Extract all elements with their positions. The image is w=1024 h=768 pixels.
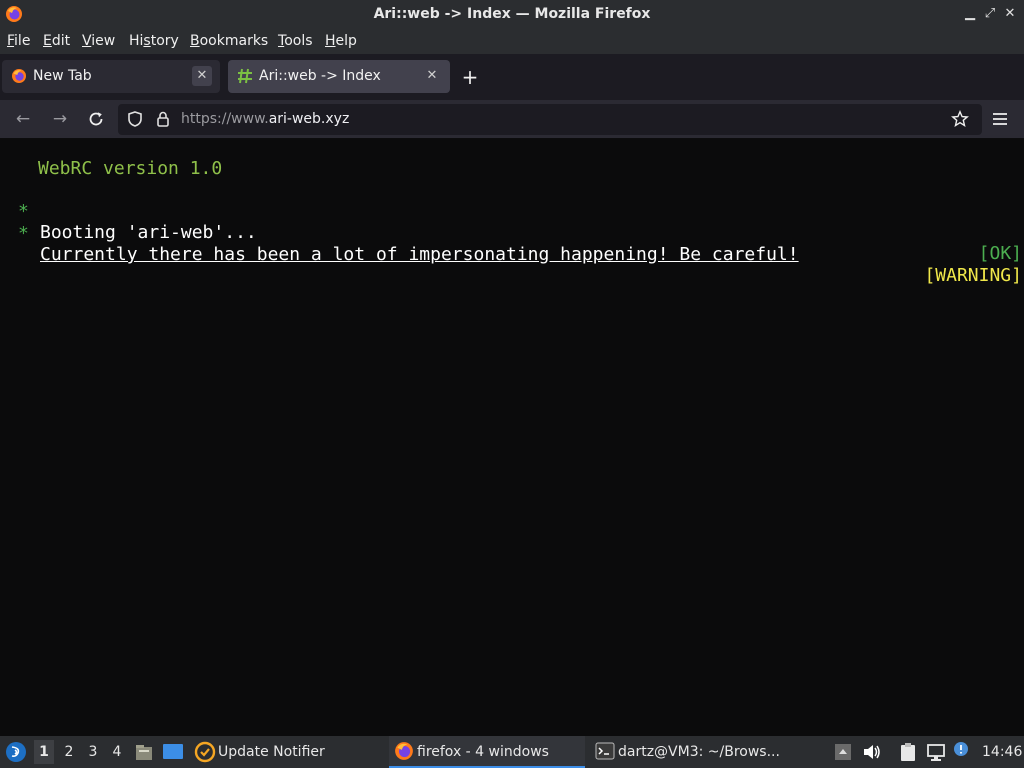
url-domain: ari-web.xyz: [268, 111, 350, 127]
update-notifier-icon: [194, 741, 216, 763]
app-menu-icon[interactable]: [5, 741, 27, 763]
workspace-1[interactable]: 1: [34, 740, 54, 764]
new-tab-button[interactable]: +: [459, 66, 481, 88]
close-tab-button[interactable]: ✕: [422, 66, 442, 86]
close-tab-button[interactable]: ✕: [192, 66, 212, 86]
workspace-4[interactable]: 4: [110, 744, 124, 760]
workspace-3[interactable]: 3: [86, 744, 100, 760]
tray-up-icon[interactable]: [834, 743, 852, 761]
menu-tools[interactable]: Tools: [278, 33, 313, 49]
close-window-button[interactable]: ✕: [1002, 6, 1018, 22]
back-button[interactable]: ←: [12, 108, 34, 130]
hash-icon: [238, 68, 252, 84]
boot-line: * Booting 'ari-web'... [OK]: [0, 180, 1024, 264]
network-icon[interactable]: [926, 742, 946, 762]
taskbar: 1 2 3 4 Update Notifier firefox - 4 wind…: [0, 736, 1024, 768]
desktop-icon[interactable]: [162, 742, 184, 762]
menu-view[interactable]: View: [82, 33, 115, 49]
page-content: WebRC version 1.0 * Booting 'ari-web'...…: [0, 140, 1024, 736]
url-text[interactable]: https://www.ari-web.xyz: [181, 111, 349, 127]
task-label: Update Notifier: [218, 744, 325, 760]
clock[interactable]: 14:46: [982, 744, 1022, 760]
url-prefix: https://www.: [181, 111, 269, 127]
minimize-button[interactable]: ▁: [962, 6, 978, 22]
task-update-notifier[interactable]: Update Notifier: [192, 736, 372, 768]
bookmark-star-icon[interactable]: [951, 110, 969, 128]
boot-message: Booting 'ari-web'...: [40, 222, 257, 243]
reload-icon[interactable]: [85, 108, 107, 130]
forward-button[interactable]: →: [49, 108, 71, 130]
navigation-toolbar: ← → https://www.ari-web.xyz: [0, 100, 1024, 139]
menu-help[interactable]: Help: [325, 33, 357, 49]
menu-history[interactable]: History: [129, 33, 179, 49]
webrc-header: WebRC version 1.0: [38, 158, 223, 179]
bullet: *: [18, 223, 29, 244]
url-bar[interactable]: https://www.ari-web.xyz: [118, 104, 982, 135]
window-title: Ari::web -> Index — Mozilla Firefox: [373, 6, 651, 22]
hamburger-menu-icon[interactable]: [989, 108, 1011, 130]
clipboard-icon[interactable]: [898, 742, 918, 762]
task-terminal[interactable]: dartz@VM3: ~/Brows...: [592, 736, 788, 768]
menu-file[interactable]: File: [7, 33, 30, 49]
menu-edit[interactable]: Edit: [43, 33, 70, 49]
file-manager-icon[interactable]: [134, 742, 154, 762]
warning-line: * Currently there has been a lot of impe…: [0, 202, 1024, 286]
task-label: firefox - 4 windows: [417, 744, 549, 760]
firefox-icon: [12, 69, 26, 83]
shield-icon[interactable]: [126, 110, 144, 128]
window-titlebar: Ari::web -> Index — Mozilla Firefox ▁ ⤢ …: [0, 0, 1024, 29]
notification-icon[interactable]: [953, 741, 971, 759]
workspace-2[interactable]: 2: [62, 744, 76, 760]
lock-icon[interactable]: [154, 110, 172, 128]
volume-icon[interactable]: [862, 743, 882, 761]
task-label: dartz@VM3: ~/Brows...: [618, 744, 780, 760]
tab-strip: New Tab ✕ Ari::web -> Index ✕ +: [0, 54, 1024, 100]
tab-ari-web-index[interactable]: Ari::web -> Index ✕: [228, 60, 450, 93]
menu-bookmarks[interactable]: Bookmarks: [190, 33, 268, 49]
impersonation-warning-link[interactable]: Currently there has been a lot of impers…: [40, 244, 799, 265]
task-firefox[interactable]: firefox - 4 windows: [389, 736, 585, 768]
terminal-icon: [595, 742, 615, 760]
status-warning: [WARNING]: [924, 265, 1022, 286]
tab-label: Ari::web -> Index: [259, 68, 381, 84]
firefox-icon: [395, 742, 413, 760]
menu-bar: File Edit View History Bookmarks Tools H…: [0, 29, 1024, 54]
status-ok: [OK]: [978, 243, 1022, 264]
maximize-button[interactable]: ⤢: [982, 6, 998, 22]
tab-label: New Tab: [33, 68, 92, 84]
tab-new-tab[interactable]: New Tab ✕: [2, 60, 220, 93]
